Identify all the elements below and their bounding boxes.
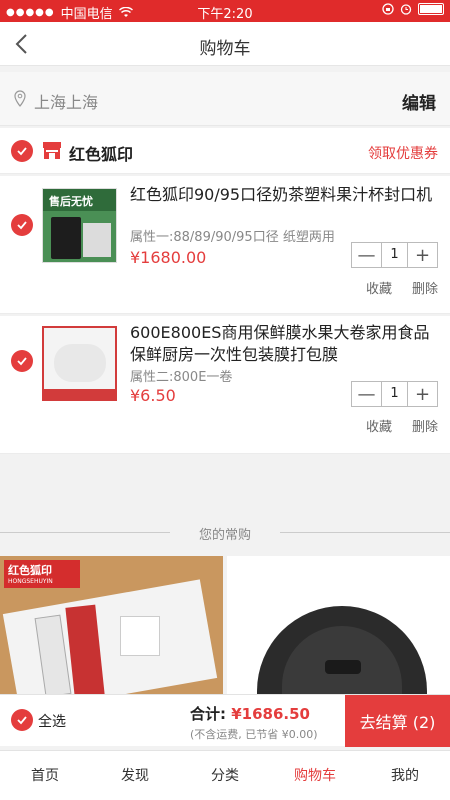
item-actions: 收藏 删除 xyxy=(366,416,438,435)
recommend-divider: 您的常购 xyxy=(0,516,450,548)
tab-cart[interactable]: 购物车 xyxy=(270,751,360,800)
checkout-bar: 全选 合计: ¥1686.50 (不含运费, 已节省 ¥0.00) 去结算 (2… xyxy=(0,694,450,747)
increase-button[interactable]: + xyxy=(408,382,437,406)
location-pin-icon xyxy=(14,90,26,107)
quantity-value[interactable]: 1 xyxy=(381,382,408,406)
quantity-stepper[interactable]: — 1 + xyxy=(351,242,438,268)
delete-button[interactable]: 删除 xyxy=(412,416,438,435)
product-price: ¥1680.00 xyxy=(130,248,207,267)
battery-icon xyxy=(418,3,444,15)
store-icon xyxy=(43,142,61,159)
thumb-label: 售后无忧 xyxy=(49,195,93,208)
checkmark-icon xyxy=(17,147,27,156)
product-title[interactable]: 600E800ES商用保鲜膜水果大卷家用食品保鲜厨房一次性包装膜打包膜 xyxy=(130,322,438,366)
checkmark-icon xyxy=(17,357,27,366)
item-checkbox[interactable] xyxy=(11,214,33,236)
address-bar[interactable]: 上海上海 编辑 xyxy=(0,72,450,126)
recommend-label: 您的常购 xyxy=(198,528,251,543)
quantity-value[interactable]: 1 xyxy=(381,243,408,267)
decrease-button[interactable]: — xyxy=(352,243,381,267)
checkmark-icon xyxy=(17,221,27,230)
recommend-product[interactable] xyxy=(227,556,450,696)
item-checkbox[interactable] xyxy=(11,350,33,372)
product-image[interactable]: 售后无忧 xyxy=(42,188,117,263)
edit-button[interactable]: 编辑 xyxy=(402,89,436,114)
select-all-checkbox[interactable] xyxy=(11,709,33,731)
tab-mine[interactable]: 我的 xyxy=(360,751,450,800)
cart-item: 售后无忧 红色狐印90/95口径奶茶塑料果汁杯封口机 属性一:88/89/90/… xyxy=(0,176,450,314)
nav-bar: 购物车 xyxy=(0,22,450,66)
shop-checkbox[interactable] xyxy=(11,140,33,162)
increase-button[interactable]: + xyxy=(408,243,437,267)
status-right xyxy=(382,3,444,15)
rotation-lock-icon xyxy=(382,3,394,15)
total-amount: ¥1686.50 xyxy=(231,705,310,723)
favorite-button[interactable]: 收藏 xyxy=(366,416,392,435)
checkout-button[interactable]: 去结算 (2) xyxy=(345,695,450,747)
checkmark-icon xyxy=(17,716,27,725)
tab-home[interactable]: 首页 xyxy=(0,751,90,800)
recommend-product[interactable]: 红色狐印 HONGSEHUYIN xyxy=(0,556,223,696)
alarm-icon xyxy=(400,4,412,15)
brand-logo: 红色狐印 HONGSEHUYIN xyxy=(4,560,80,588)
select-all-label[interactable]: 全选 xyxy=(38,711,66,731)
decrease-button[interactable]: — xyxy=(352,382,381,406)
tab-category[interactable]: 分类 xyxy=(180,751,270,800)
page-title: 购物车 xyxy=(199,39,251,59)
shop-header: 红色狐印 领取优惠券 xyxy=(0,128,450,174)
tab-discover[interactable]: 发现 xyxy=(90,751,180,800)
product-attribute: 属性一:88/89/90/95口径 纸塑两用 xyxy=(130,230,335,245)
product-image[interactable] xyxy=(42,326,117,401)
address-text: 上海上海 xyxy=(34,93,99,112)
product-price: ¥6.50 xyxy=(130,386,176,405)
product-attribute: 属性二:800E一卷 xyxy=(130,370,233,385)
cart-item: 600E800ES商用保鲜膜水果大卷家用食品保鲜厨房一次性包装膜打包膜 属性二:… xyxy=(0,316,450,454)
product-title[interactable]: 红色狐印90/95口径奶茶塑料果汁杯封口机 xyxy=(130,184,438,206)
total-label: 合计: xyxy=(190,705,226,723)
status-bar: ●●●●● 中国电信 下午2:20 xyxy=(0,0,450,22)
total-note: (不含运费, 已节省 ¥0.00) xyxy=(190,728,318,741)
item-actions: 收藏 删除 xyxy=(366,278,438,297)
shop-name[interactable]: 红色狐印 xyxy=(69,141,133,165)
total-row: 合计: ¥1686.50 xyxy=(190,703,310,724)
favorite-button[interactable]: 收藏 xyxy=(366,278,392,297)
tab-bar: 首页 发现 分类 购物车 我的 xyxy=(0,750,450,800)
get-coupon-link[interactable]: 领取优惠券 xyxy=(368,143,438,163)
quantity-stepper[interactable]: — 1 + xyxy=(351,381,438,407)
divider-line xyxy=(280,532,450,533)
delete-button[interactable]: 删除 xyxy=(412,278,438,297)
